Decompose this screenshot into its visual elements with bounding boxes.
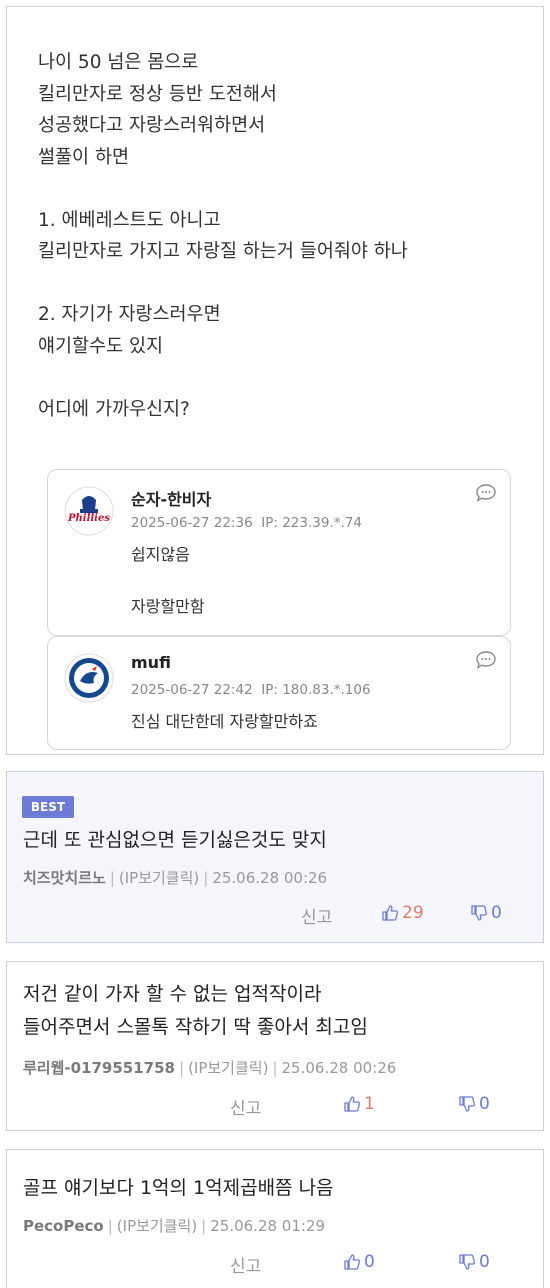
ip-view-link[interactable]: (IP보기클릭) [188, 1059, 268, 1077]
post-container: 나이 50 넘은 몸으로 킬리만자로 정상 등반 도전해서 성공했다고 자랑스러… [6, 6, 544, 755]
avatar [64, 653, 114, 703]
report-button[interactable]: 신고 [230, 1252, 261, 1277]
reply-author[interactable]: PecoPeco [23, 1217, 104, 1235]
comment-date: 2025-06-27 22:42 [131, 682, 253, 698]
comment-text-line: 쉽지않음 [131, 545, 190, 564]
comment-text-line: 진심 대단한데 자랑할만하죠 [131, 712, 318, 731]
avatar: Phillies [64, 486, 114, 536]
reply-date: 25.06.28 00:26 [212, 869, 328, 887]
post-line: 어디에 가까우신지? [38, 398, 190, 420]
embedded-comment: mufi 2025-06-27 22:42 IP: 180.83.*.106 진… [47, 636, 511, 750]
comment-text: 쉽지않음 자랑할만함 [131, 542, 205, 620]
thumbs-up-icon [344, 1096, 361, 1112]
dislike-button[interactable]: 0 [458, 1094, 490, 1114]
reply-author[interactable]: 루리웹-0179551758 [23, 1059, 175, 1077]
reply-text-line: 근데 또 관심없으면 듣기싫은것도 맞지 [23, 829, 327, 851]
post-line [38, 362, 518, 394]
comment-author[interactable]: 순자-한비자 [131, 486, 211, 510]
phillies-logo-icon: Phillies [64, 486, 114, 536]
reply-date: 25.06.28 01:29 [210, 1217, 326, 1235]
report-label: 신고 [230, 1257, 262, 1277]
reply-author[interactable]: 치즈맛치르노 [23, 869, 106, 887]
embedded-comment: Phillies 순자-한비자 2025-06-27 22:36 IP: 223… [47, 469, 511, 636]
reply-text: 골프 얘기보다 1억의 1억제곱배쯤 나음 [23, 1172, 334, 1205]
reply-actions: 신고 29 0 [7, 903, 543, 928]
comment-ip: IP: 180.83.*.106 [261, 682, 371, 698]
dislike-button[interactable]: 0 [470, 903, 502, 923]
comment-date: 2025-06-27 22:36 [131, 515, 253, 531]
post-line: 킬리만자로 정상 등반 도전해서 [38, 83, 277, 105]
post-line: 나이 50 넘은 몸으로 [38, 52, 199, 73]
reply-actions: 신고 0 0 [7, 1252, 543, 1277]
reply: 골프 얘기보다 1억의 1억제곱배쯤 나음 PecoPeco | (IP보기클릭) |… [6, 1149, 544, 1288]
reply-text-line: 저건 같이 가자 할 수 없는 업적작이라 [23, 983, 322, 1005]
reply-meta: 루리웹-0179551758 | (IP보기클릭) | 25.06.28 00:26 [23, 1059, 397, 1077]
best-badge: BEST [22, 796, 74, 818]
comment-meta: 2025-06-27 22:42 IP: 180.83.*.106 [131, 682, 371, 698]
reply-text-line: 골프 얘기보다 1억의 1억제곱배쯤 나음 [23, 1177, 334, 1199]
like-button[interactable]: 29 [381, 903, 424, 923]
thumbs-up-icon [382, 905, 399, 921]
post-line: 2. 자기가 자랑스러우면 [38, 304, 221, 325]
like-count: 1 [364, 1094, 375, 1114]
like-button[interactable]: 0 [343, 1252, 375, 1272]
ip-view-link[interactable]: (IP보기클릭) [117, 1217, 197, 1235]
report-label: 신고 [301, 908, 333, 928]
ip-view-link[interactable]: (IP보기클릭) [119, 869, 199, 887]
comment-text-line: 자랑할만함 [131, 597, 205, 616]
dislike-count: 0 [491, 903, 502, 923]
like-count: 29 [402, 903, 424, 923]
report-label: 신고 [230, 1099, 262, 1119]
comment-meta: 2025-06-27 22:36 IP: 223.39.*.74 [131, 515, 362, 531]
reply-text: 저건 같이 가자 할 수 없는 업적작이라 들어주면서 스몰톡 작하기 딱 좋아… [23, 978, 368, 1044]
report-button[interactable]: 신고 [301, 903, 332, 928]
report-button[interactable]: 신고 [230, 1094, 261, 1119]
comment-text: 진심 대단한데 자랑할만하죠 [131, 709, 318, 735]
reply: 저건 같이 가자 할 수 없는 업적작이라 들어주면서 스몰톡 작하기 딱 좋아… [6, 961, 544, 1131]
post-line: 성공했다고 자랑스러워하면서 [38, 115, 266, 136]
speech-bubble-icon[interactable] [476, 651, 496, 670]
reply-meta: PecoPeco | (IP보기클릭) | 25.06.28 01:29 [23, 1217, 326, 1235]
reply-meta: 치즈맛치르노 | (IP보기클릭) | 25.06.28 00:26 [23, 869, 328, 887]
thumbs-up-icon [344, 1254, 361, 1270]
speech-bubble-icon[interactable] [476, 484, 496, 503]
best-reply: BEST 근데 또 관심없으면 듣기싫은것도 맞지 치즈맛치르노 | (IP보기클릭… [6, 771, 544, 943]
comment-ip: IP: 223.39.*.74 [261, 515, 362, 531]
post-line [38, 268, 518, 300]
blue-jays-logo-icon [64, 653, 114, 703]
dislike-count: 0 [479, 1252, 490, 1272]
post-line: 1. 에베레스트도 아니고 [38, 209, 221, 231]
comment-text-line [131, 568, 205, 594]
comment-author[interactable]: mufi [131, 653, 171, 672]
thumbs-down-icon [459, 1254, 476, 1270]
reply-text: 근데 또 관심없으면 듣기싫은것도 맞지 [23, 824, 327, 857]
post-line: 썰풀이 하면 [38, 146, 129, 168]
thumbs-down-icon [459, 1096, 476, 1112]
reply-actions: 신고 1 0 [7, 1094, 543, 1119]
dislike-count: 0 [479, 1094, 490, 1114]
post-line [38, 173, 518, 205]
like-button[interactable]: 1 [343, 1094, 375, 1114]
post-body: 나이 50 넘은 몸으로 킬리만자로 정상 등반 도전해서 성공했다고 자랑스러… [38, 47, 518, 425]
avatar-text: Phillies [67, 513, 110, 524]
dislike-button[interactable]: 0 [458, 1252, 490, 1272]
post-line: 얘기할수도 있지 [38, 335, 164, 357]
thumbs-down-icon [471, 905, 488, 921]
post-line: 킬리만자로 가지고 자랑질 하는거 들어줘야 하나 [38, 241, 408, 262]
like-count: 0 [364, 1252, 375, 1272]
reply-date: 25.06.28 00:26 [281, 1059, 397, 1077]
reply-text-line: 들어주면서 스몰톡 작하기 딱 좋아서 최고임 [23, 1016, 368, 1038]
